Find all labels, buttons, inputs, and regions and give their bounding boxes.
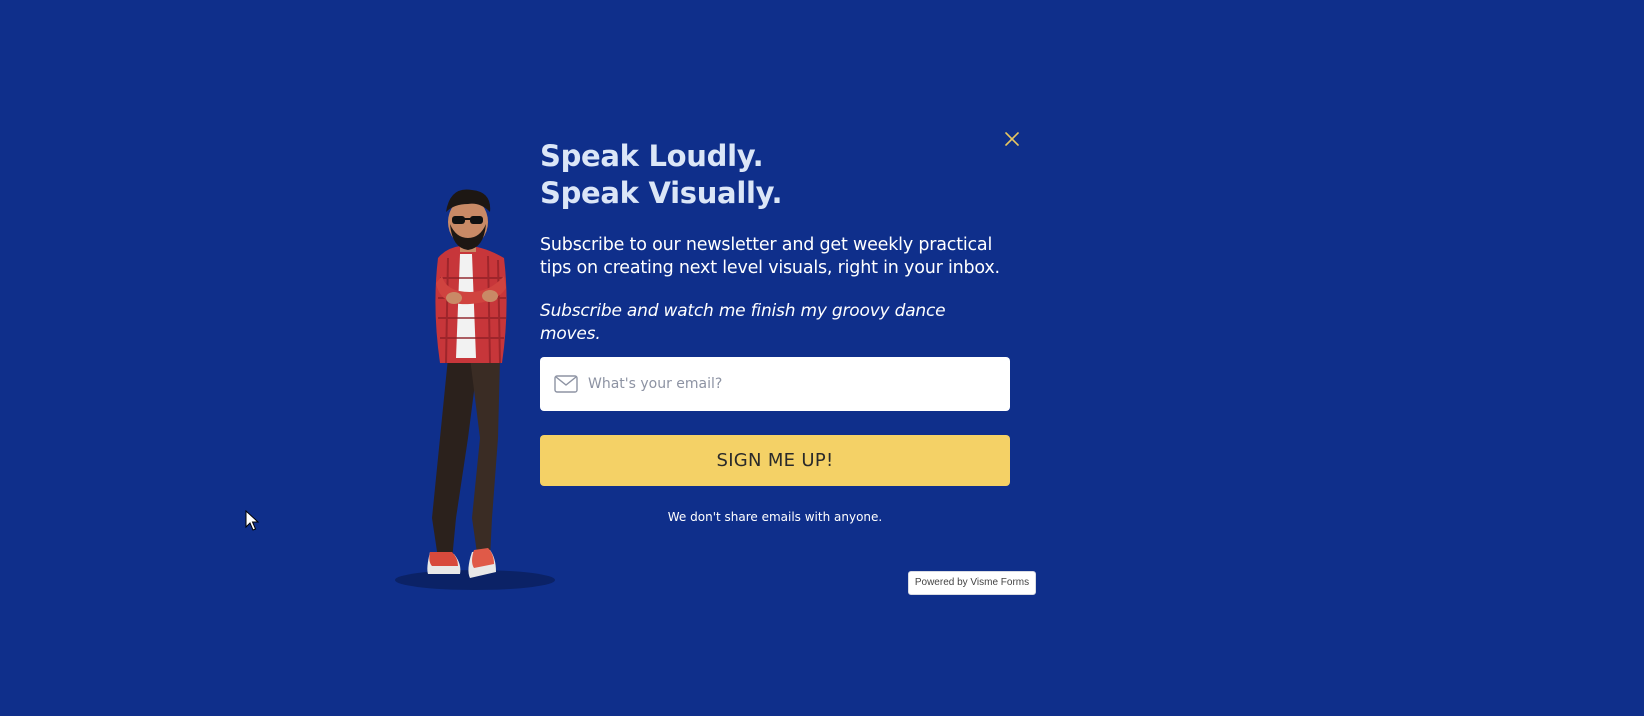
powered-by-badge[interactable]: Powered by Visme Forms (908, 571, 1036, 595)
popup-content: Speak Loudly. Speak Visually. Subscribe … (540, 138, 1010, 346)
privacy-note: We don't share emails with anyone. (667, 510, 883, 524)
sign-up-button[interactable]: SIGN ME UP! (540, 435, 1010, 486)
newsletter-popup-page: Speak Loudly. Speak Visually. Subscribe … (0, 0, 1644, 716)
envelope-icon (554, 375, 578, 393)
mouse-cursor-icon (245, 510, 259, 531)
dancing-man-illustration (395, 189, 555, 590)
email-input[interactable] (586, 375, 980, 393)
headline: Speak Loudly. Speak Visually. (540, 138, 1010, 212)
email-field[interactable] (540, 357, 1010, 411)
headline-line-2: Speak Visually. (540, 176, 783, 210)
headline-line-1: Speak Loudly. (540, 139, 764, 173)
subtitle-text: Subscribe to our newsletter and get week… (540, 235, 1000, 278)
italic-note: Subscribe and watch me finish my groovy … (540, 301, 946, 344)
